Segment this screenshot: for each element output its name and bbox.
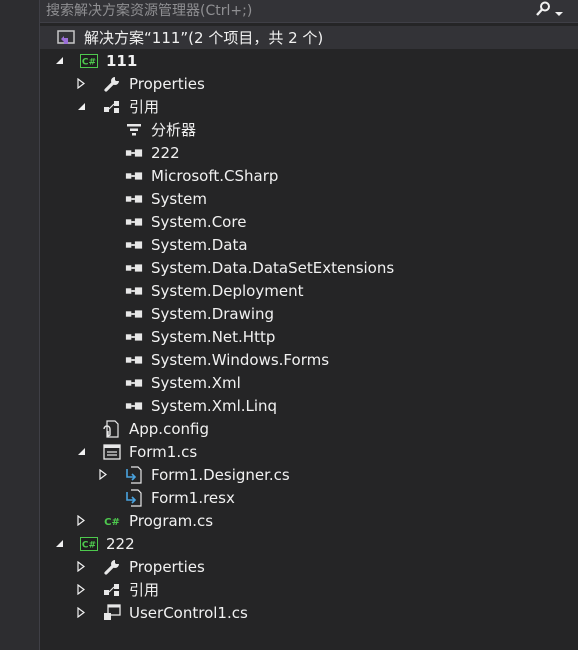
reference-label: System.Data.DataSetExtensions xyxy=(151,258,395,277)
reference-item[interactable]: System.Deployment xyxy=(40,279,578,302)
reference-item[interactable]: 222 xyxy=(40,141,578,164)
solution-label: 解决方案“111”(2 个项目，共 2 个) xyxy=(84,29,324,47)
file-label: Form1.cs xyxy=(129,442,198,461)
reference-label: System.Net.Http xyxy=(151,327,276,346)
reference-label: System.Xml.Linq xyxy=(151,396,278,415)
properties-node[interactable]: Properties xyxy=(40,555,578,578)
expanded-arrow-icon[interactable] xyxy=(53,538,65,550)
editor-gutter xyxy=(0,0,39,650)
svg-text:C#: C# xyxy=(82,540,96,550)
file-label: Form1.Designer.cs xyxy=(151,465,290,484)
expanded-arrow-icon[interactable] xyxy=(75,101,87,113)
expanded-arrow-icon[interactable] xyxy=(53,55,65,67)
references-label: 引用 xyxy=(129,581,160,599)
file-node-form1-resx[interactable]: Form1.resx xyxy=(40,486,578,509)
wrench-icon xyxy=(103,75,121,93)
reference-label: Microsoft.CSharp xyxy=(151,166,279,185)
form-file-icon xyxy=(103,443,121,461)
reference-item[interactable]: System.Data.DataSetExtensions xyxy=(40,256,578,279)
reference-label: System.Data xyxy=(151,235,248,254)
collapsed-arrow-icon[interactable] xyxy=(75,78,87,90)
reference-label: System.Deployment xyxy=(151,281,304,300)
collapsed-arrow-icon[interactable] xyxy=(75,584,87,596)
config-file-icon xyxy=(103,419,121,438)
file-node-app-config[interactable]: App.config xyxy=(40,417,578,440)
project-label: 111 xyxy=(106,51,138,70)
search-icon xyxy=(534,1,552,21)
solution-icon xyxy=(57,29,75,47)
assembly-reference-icon xyxy=(125,374,143,392)
user-control-icon xyxy=(103,603,121,622)
properties-label: Properties xyxy=(129,74,205,93)
reference-item[interactable]: System.Net.Http xyxy=(40,325,578,348)
file-label: Form1.resx xyxy=(151,488,235,507)
references-node[interactable]: 引用 xyxy=(40,578,578,601)
reference-item[interactable]: System.Windows.Forms xyxy=(40,348,578,371)
properties-label: Properties xyxy=(129,557,205,576)
dependent-file-icon xyxy=(125,488,143,507)
wrench-icon xyxy=(103,558,121,576)
assembly-reference-icon xyxy=(125,190,143,208)
reference-item[interactable]: Microsoft.CSharp xyxy=(40,164,578,187)
csharp-file-icon: C# xyxy=(103,512,121,530)
references-label: 引用 xyxy=(129,98,160,116)
csharp-project-icon: C# xyxy=(80,52,98,70)
reference-item[interactable]: System.Xml xyxy=(40,371,578,394)
solution-node[interactable]: 解决方案“111”(2 个项目，共 2 个) xyxy=(40,26,578,49)
file-label: App.config xyxy=(129,419,209,438)
assembly-reference-icon xyxy=(125,328,143,346)
references-node[interactable]: 引用 xyxy=(40,95,578,118)
reference-item[interactable]: System xyxy=(40,187,578,210)
project-label: 222 xyxy=(106,534,135,553)
assembly-reference-icon xyxy=(125,282,143,300)
expanded-arrow-icon[interactable] xyxy=(75,446,87,458)
properties-node[interactable]: Properties xyxy=(40,72,578,95)
reference-label: 分析器 xyxy=(151,121,197,139)
svg-text:C#: C# xyxy=(82,57,96,67)
search-button[interactable] xyxy=(534,0,574,22)
file-label: UserControl1.cs xyxy=(129,603,248,622)
reference-label: System.Drawing xyxy=(151,304,275,323)
reference-label: System xyxy=(151,189,207,208)
assembly-reference-icon xyxy=(125,397,143,415)
assembly-reference-icon xyxy=(125,305,143,323)
file-node-program[interactable]: C# Program.cs xyxy=(40,509,578,532)
reference-item[interactable]: 分析器 xyxy=(40,118,578,141)
file-node-form1-designer[interactable]: Form1.Designer.cs xyxy=(40,463,578,486)
reference-label: 222 xyxy=(151,143,180,162)
reference-item[interactable]: System.Data xyxy=(40,233,578,256)
solution-tree: 解决方案“111”(2 个项目，共 2 个) C# 111 Properties xyxy=(40,26,578,624)
csharp-project-icon: C# xyxy=(80,535,98,553)
assembly-reference-icon xyxy=(125,213,143,231)
reference-item[interactable]: System.Drawing xyxy=(40,302,578,325)
search-input[interactable] xyxy=(46,1,516,21)
chevron-down-icon xyxy=(555,2,563,21)
dependent-file-icon xyxy=(125,465,143,484)
svg-text:C#: C# xyxy=(104,517,120,528)
collapsed-arrow-icon[interactable] xyxy=(75,515,87,527)
file-label: Program.cs xyxy=(129,511,214,530)
project-node-111[interactable]: C# 111 xyxy=(40,49,578,72)
file-node-form1[interactable]: Form1.cs xyxy=(40,440,578,463)
file-node-usercontrol1[interactable]: UserControl1.cs xyxy=(40,601,578,624)
reference-item[interactable]: System.Xml.Linq xyxy=(40,394,578,417)
collapsed-arrow-icon[interactable] xyxy=(75,561,87,573)
references-icon xyxy=(103,581,121,599)
assembly-reference-icon xyxy=(125,259,143,277)
search-bar xyxy=(40,0,578,23)
assembly-reference-icon xyxy=(125,351,143,369)
reference-label: System.Xml xyxy=(151,373,241,392)
collapsed-arrow-icon[interactable] xyxy=(75,607,87,619)
reference-label: System.Windows.Forms xyxy=(151,350,330,369)
collapsed-arrow-icon[interactable] xyxy=(97,469,109,481)
references-icon xyxy=(103,98,121,116)
assembly-reference-icon xyxy=(125,236,143,254)
reference-label: System.Core xyxy=(151,212,247,231)
assembly-reference-icon xyxy=(125,167,143,185)
analyzer-icon xyxy=(125,121,143,139)
assembly-reference-icon xyxy=(125,144,143,162)
project-node-222[interactable]: C# 222 xyxy=(40,532,578,555)
reference-item[interactable]: System.Core xyxy=(40,210,578,233)
